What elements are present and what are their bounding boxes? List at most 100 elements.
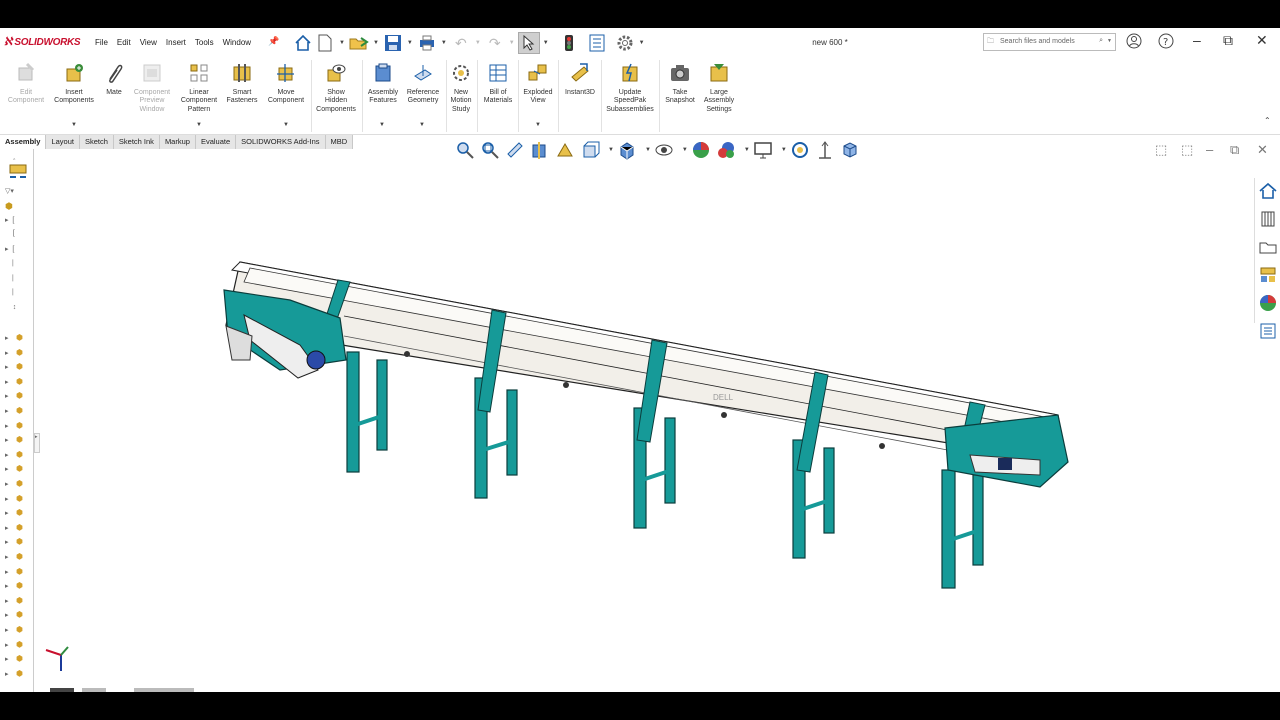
tree-expand-icon[interactable]: ▸ [5, 334, 9, 342]
tree-expand-icon[interactable]: ▸ [ [5, 245, 14, 253]
take-snapshot-button[interactable]: Take Snapshot [661, 62, 699, 106]
chevron-down-icon[interactable]: ▼ [196, 122, 202, 128]
tree-expand-icon[interactable]: ▸ [5, 538, 9, 546]
new-document-icon[interactable] [314, 32, 336, 54]
tree-expand-icon[interactable]: ▸ [5, 553, 9, 561]
home-icon[interactable] [292, 32, 314, 54]
chevron-down-icon[interactable]: ▼ [71, 122, 77, 128]
help-icon[interactable]: ? [1158, 33, 1174, 52]
print-icon[interactable] [416, 32, 438, 54]
component-icon[interactable]: ⬢ [16, 640, 23, 649]
tree-expand-icon[interactable]: ▸ [5, 597, 9, 605]
reference-geometry-button[interactable]: Reference Geometry [403, 62, 443, 106]
component-icon[interactable]: ⬢ [16, 552, 23, 561]
menu-edit[interactable]: Edit [117, 38, 131, 47]
component-icon[interactable]: ⬢ [16, 348, 23, 357]
tree-expand-icon[interactable]: ▸ [5, 451, 9, 459]
search-input[interactable]: Search files and models [1000, 38, 1075, 45]
smart-fasteners-button[interactable]: Smart Fasteners [224, 62, 260, 106]
tab-assembly[interactable]: Assembly [0, 135, 47, 149]
component-icon[interactable]: ⬢ [16, 625, 23, 634]
component-icon[interactable]: ⬢ [16, 523, 23, 532]
rebuild-traffic-light-icon[interactable] [558, 32, 580, 54]
panel-collapse-icon[interactable]: ‸ [13, 152, 15, 160]
menu-tools[interactable]: Tools [195, 38, 214, 47]
edit-component-button[interactable]: Edit Component [4, 62, 48, 106]
show-hidden-components-button[interactable]: Show Hidden Components [313, 62, 359, 114]
component-icon[interactable]: ⬢ [16, 581, 23, 590]
tree-expand-icon[interactable]: ▸ [5, 641, 9, 649]
chevron-down-icon[interactable]: ▼ [379, 122, 385, 128]
file-explorer-icon[interactable] [1258, 237, 1278, 257]
design-library-icon[interactable] [1258, 209, 1278, 229]
component-icon[interactable]: ⬢ [16, 567, 23, 576]
tree-expand-icon[interactable]: ▸ [5, 670, 9, 678]
tree-expand-icon[interactable]: ▸ [5, 465, 9, 473]
component-icon[interactable]: ⬢ [16, 391, 23, 400]
tab-evaluate[interactable]: Evaluate [195, 135, 237, 149]
component-icon[interactable]: ⬢ [16, 669, 23, 678]
tree-expand-icon[interactable]: ▸ [5, 407, 9, 415]
undo-icon[interactable]: ↶ [450, 32, 472, 54]
menu-view[interactable]: View [140, 38, 157, 47]
component-icon[interactable]: ⬢ [16, 362, 23, 371]
move-component-button[interactable]: Move Component [262, 62, 310, 106]
tree-expand-icon[interactable]: ▸ [5, 378, 9, 386]
tree-expand-icon[interactable]: ▸ [5, 509, 9, 517]
component-icon[interactable]: ⬢ [16, 508, 23, 517]
file-properties-icon[interactable] [586, 32, 608, 54]
update-speedpak-subassemblies-button[interactable]: Update SpeedPak Subassemblies [603, 62, 657, 114]
tree-item[interactable]: [ [5, 230, 15, 237]
tree-expand-icon[interactable]: ▸ [5, 655, 9, 663]
insert-components-button[interactable]: Insert Components [50, 62, 98, 106]
tab-mbd[interactable]: MBD [325, 135, 354, 149]
maximize-icon[interactable]: ⧉ [1223, 32, 1233, 49]
tree-expand-icon[interactable]: ▸ [ [5, 216, 14, 224]
chevron-down-icon[interactable]: ▼ [441, 40, 447, 46]
chevron-down-icon[interactable]: ▼ [509, 40, 515, 46]
custom-properties-icon[interactable] [1258, 321, 1278, 341]
pin-icon[interactable]: 📌 [268, 36, 279, 47]
exploded-view-button[interactable]: Exploded View [520, 62, 556, 106]
tree-expand-icon[interactable]: ▸ [5, 422, 9, 430]
redo-icon[interactable]: ↷ [484, 32, 506, 54]
component-icon[interactable]: ⬢ [16, 421, 23, 430]
view-palette-icon[interactable] [1258, 265, 1278, 285]
component-icon[interactable]: ⬢ [16, 596, 23, 605]
minimize-icon[interactable]: – [1193, 32, 1201, 48]
mate-button[interactable]: Mate [101, 62, 127, 97]
assembly-features-button[interactable]: Assembly Features [365, 62, 401, 106]
home-icon[interactable] [1258, 181, 1278, 201]
chevron-down-icon[interactable]: ▼ [373, 40, 379, 46]
chevron-down-icon[interactable]: ▼ [339, 40, 345, 46]
search-box[interactable]: 🗀 Search files and models ⌕ ▼ [983, 33, 1116, 51]
tree-item[interactable]: ⎸ [5, 275, 20, 283]
tab-sketch-ink[interactable]: Sketch Ink [113, 135, 160, 149]
tree-expand-icon[interactable]: ▸ [5, 392, 9, 400]
search-scope-icon[interactable]: 🗀 [987, 37, 994, 48]
tree-item[interactable]: ↕ [5, 304, 17, 311]
component-preview-window-button[interactable]: Component Preview Window [130, 62, 174, 114]
assembly-root-icon[interactable]: ⬢ [5, 201, 13, 212]
tree-expand-icon[interactable]: ▸ [5, 363, 9, 371]
tab-solidworks-add-ins[interactable]: SOLIDWORKS Add-Ins [236, 135, 326, 149]
graphics-area-model[interactable] [40, 149, 1250, 684]
tree-expand-icon[interactable]: ▸ [5, 582, 9, 590]
menu-insert[interactable]: Insert [166, 38, 186, 47]
appearances-icon[interactable] [1258, 293, 1278, 313]
search-icon[interactable]: ⌕ [1099, 37, 1103, 45]
tab-layout[interactable]: Layout [46, 135, 80, 149]
tab-markup[interactable]: Markup [159, 135, 196, 149]
tree-expand-icon[interactable]: ▸ [5, 480, 9, 488]
open-folder-icon[interactable] [348, 32, 370, 54]
chevron-down-icon[interactable]: ▼ [639, 40, 645, 46]
filter-icon[interactable]: ▽▾ [5, 187, 14, 195]
instant3d-button[interactable]: Instant3D [561, 62, 599, 97]
large-assembly-settings-button[interactable]: Large Assembly Settings [700, 62, 738, 114]
new-motion-study-button[interactable]: New Motion Study [447, 62, 475, 114]
chevron-down-icon[interactable]: ▼ [1107, 38, 1112, 44]
tree-expand-icon[interactable]: ▸ [5, 611, 9, 619]
user-account-icon[interactable] [1126, 33, 1142, 52]
component-icon[interactable]: ⬢ [16, 406, 23, 415]
tree-item[interactable]: ⎸ [5, 289, 20, 297]
